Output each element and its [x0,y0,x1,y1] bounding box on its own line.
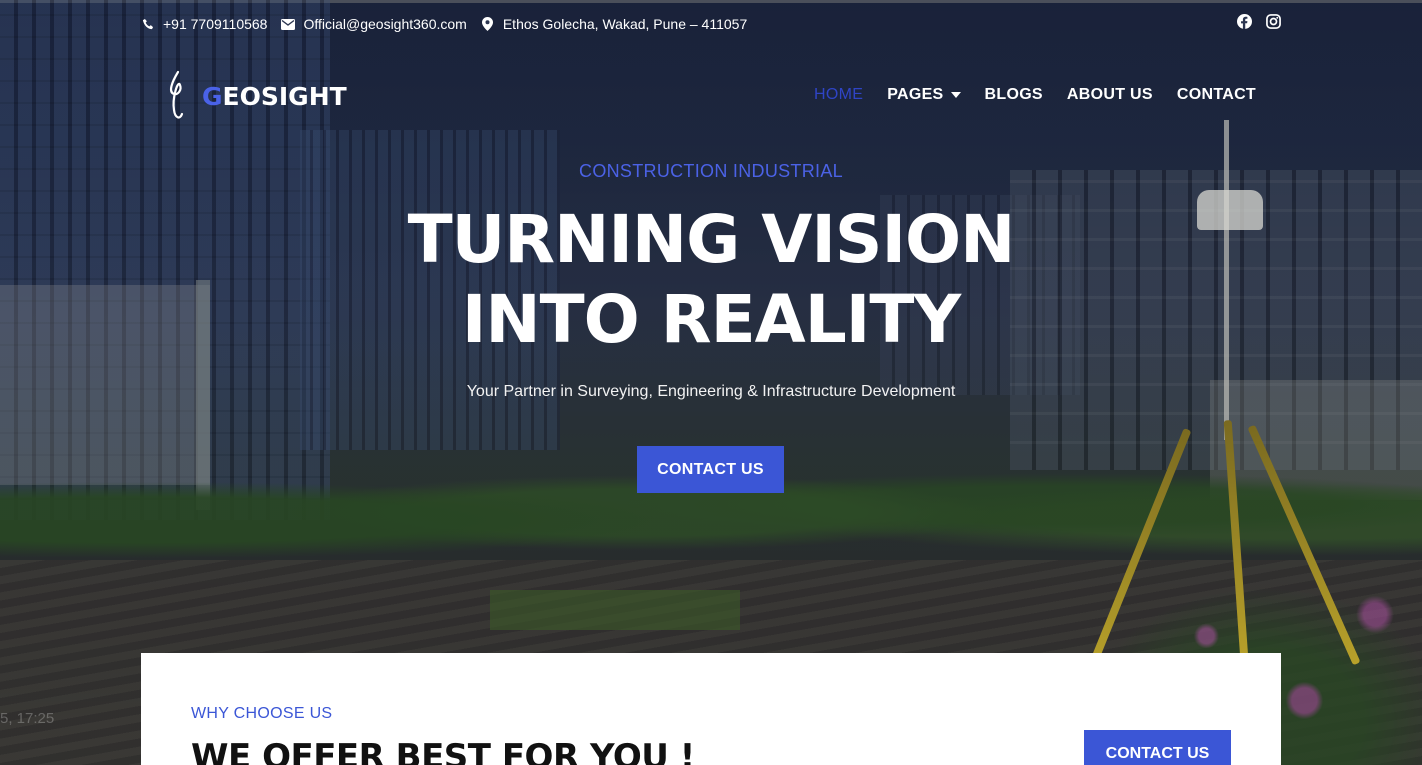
social-links [1237,14,1281,29]
section-contact-button[interactable]: CONTACT US [1084,730,1231,765]
mail-icon [281,17,296,31]
nav-item-pages[interactable]: PAGES [887,86,961,104]
hero-contact-button[interactable]: CONTACT US [637,446,784,493]
main-navigation: HOME PAGES BLOGS ABOUT US CONTACT [814,86,1256,104]
email-address: Official@geosight360.com [303,16,467,32]
address-contact: Ethos Golecha, Wakad, Pune – 411057 [481,16,747,32]
hero-headline: TURNING VISION INTO REALITY [0,200,1422,360]
site-logo[interactable]: GEOSIGHT [164,70,347,122]
facebook-icon[interactable] [1237,14,1252,29]
background-overlay-text: 5, 17:25 [0,710,55,727]
background-lawn [490,590,740,630]
email-contact[interactable]: Official@geosight360.com [281,16,467,32]
nav-item-pages-label: PAGES [887,86,944,103]
hero-headline-line2: INTO REALITY [461,281,961,358]
phone-number: +91 7709110568 [163,16,268,32]
nav-item-about-us[interactable]: ABOUT US [1067,86,1153,104]
why-choose-us-card: WHY CHOOSE US WE OFFER BEST FOR YOU ! CO… [141,653,1281,765]
instagram-icon[interactable] [1266,14,1281,29]
logo-mark-icon [169,70,184,119]
brand-name: GEOSIGHT [202,81,347,111]
chevron-down-icon [950,92,961,98]
hero-headline-line1: TURNING VISION [407,201,1016,278]
nav-item-contact[interactable]: CONTACT [1177,86,1256,104]
location-pin-icon [481,17,495,31]
top-contact-bar: +91 7709110568 Official@geosight360.com … [141,12,761,36]
nav-item-blogs[interactable]: BLOGS [985,86,1043,104]
section-eyebrow: WHY CHOOSE US [191,705,333,722]
section-title: WE OFFER BEST FOR YOU ! [191,737,695,765]
phone-icon [141,17,155,31]
hero-eyebrow: CONSTRUCTION INDUSTRIAL [579,161,843,181]
hero-subtitle: Your Partner in Surveying, Engineering &… [466,383,956,400]
phone-contact[interactable]: +91 7709110568 [141,16,267,32]
nav-item-home[interactable]: HOME [814,86,863,104]
address-text: Ethos Golecha, Wakad, Pune – 411057 [502,16,748,32]
